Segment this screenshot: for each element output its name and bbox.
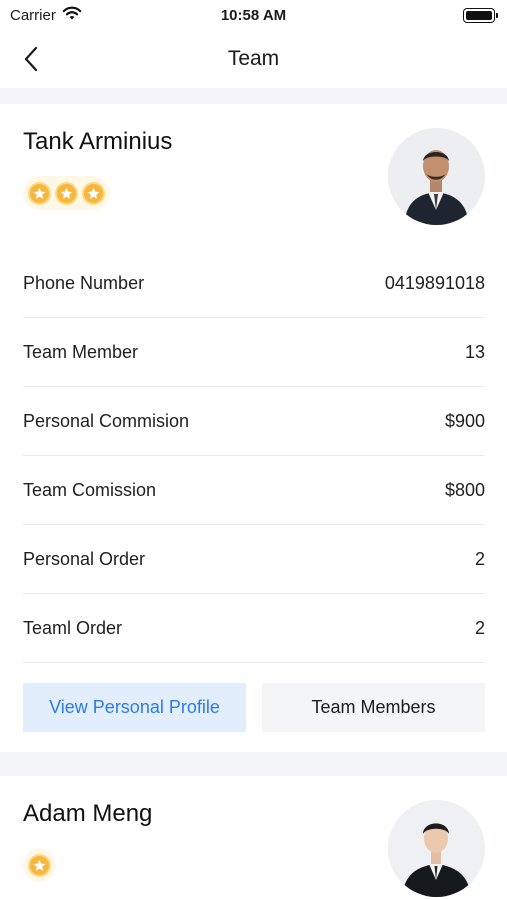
detail-row-team-order: Teaml Order 2 (23, 594, 485, 663)
page-title: Team (227, 47, 280, 70)
nav-bar: Team (0, 30, 507, 88)
detail-row-team-commission: Team Comission $800 (23, 456, 485, 525)
detail-value: 2 (474, 617, 485, 638)
avatar (388, 800, 485, 897)
star-coin-icon (28, 181, 51, 205)
avatar (388, 128, 485, 225)
detail-row-personal-order: Personal Order 2 (23, 525, 485, 594)
carrier-label: Carrier (10, 6, 56, 24)
detail-value: $900 (444, 410, 485, 431)
view-personal-profile-button[interactable]: View Personal Profile (23, 683, 246, 732)
detail-value: 13 (464, 341, 485, 362)
member-name: Tank Arminius (23, 128, 173, 155)
star-coin-icon (55, 181, 78, 205)
battery-icon (463, 7, 498, 23)
team-members-button[interactable]: Team Members (262, 683, 485, 732)
detail-value: 2 (474, 548, 485, 569)
detail-label: Phone Number (23, 272, 145, 293)
detail-value: $800 (444, 479, 485, 500)
detail-value: 0419891018 (384, 272, 485, 293)
member-actions: View Personal Profile Team Members (23, 683, 485, 732)
star-rating (23, 848, 56, 882)
detail-label: Teaml Order (23, 617, 123, 638)
wifi-icon (62, 6, 82, 25)
member-details: Phone Number 0419891018 Team Member 13 P… (23, 249, 485, 663)
detail-label: Personal Commision (23, 410, 190, 431)
star-coin-icon (82, 181, 105, 205)
chevron-left-icon (24, 46, 38, 72)
detail-row-phone: Phone Number 0419891018 (23, 249, 485, 318)
member-card: Tank Arminius Phone Number 0419891018 Te… (0, 104, 507, 752)
star-coin-icon (28, 853, 51, 877)
star-rating (23, 176, 110, 210)
detail-row-personal-commission: Personal Commision $900 (23, 387, 485, 456)
back-button[interactable] (14, 42, 48, 76)
detail-label: Personal Order (23, 548, 146, 569)
member-name: Adam Meng (23, 800, 153, 827)
detail-label: Team Member (23, 341, 139, 362)
detail-row-team-member: Team Member 13 (23, 318, 485, 387)
status-bar: Carrier 10:58 AM (0, 0, 507, 30)
status-left: Carrier (10, 6, 82, 25)
team-screen: Carrier 10:58 AM Team Tank Arminius Phon… (0, 0, 507, 900)
detail-label: Team Comission (23, 479, 157, 500)
member-card: Adam Meng (0, 776, 507, 900)
